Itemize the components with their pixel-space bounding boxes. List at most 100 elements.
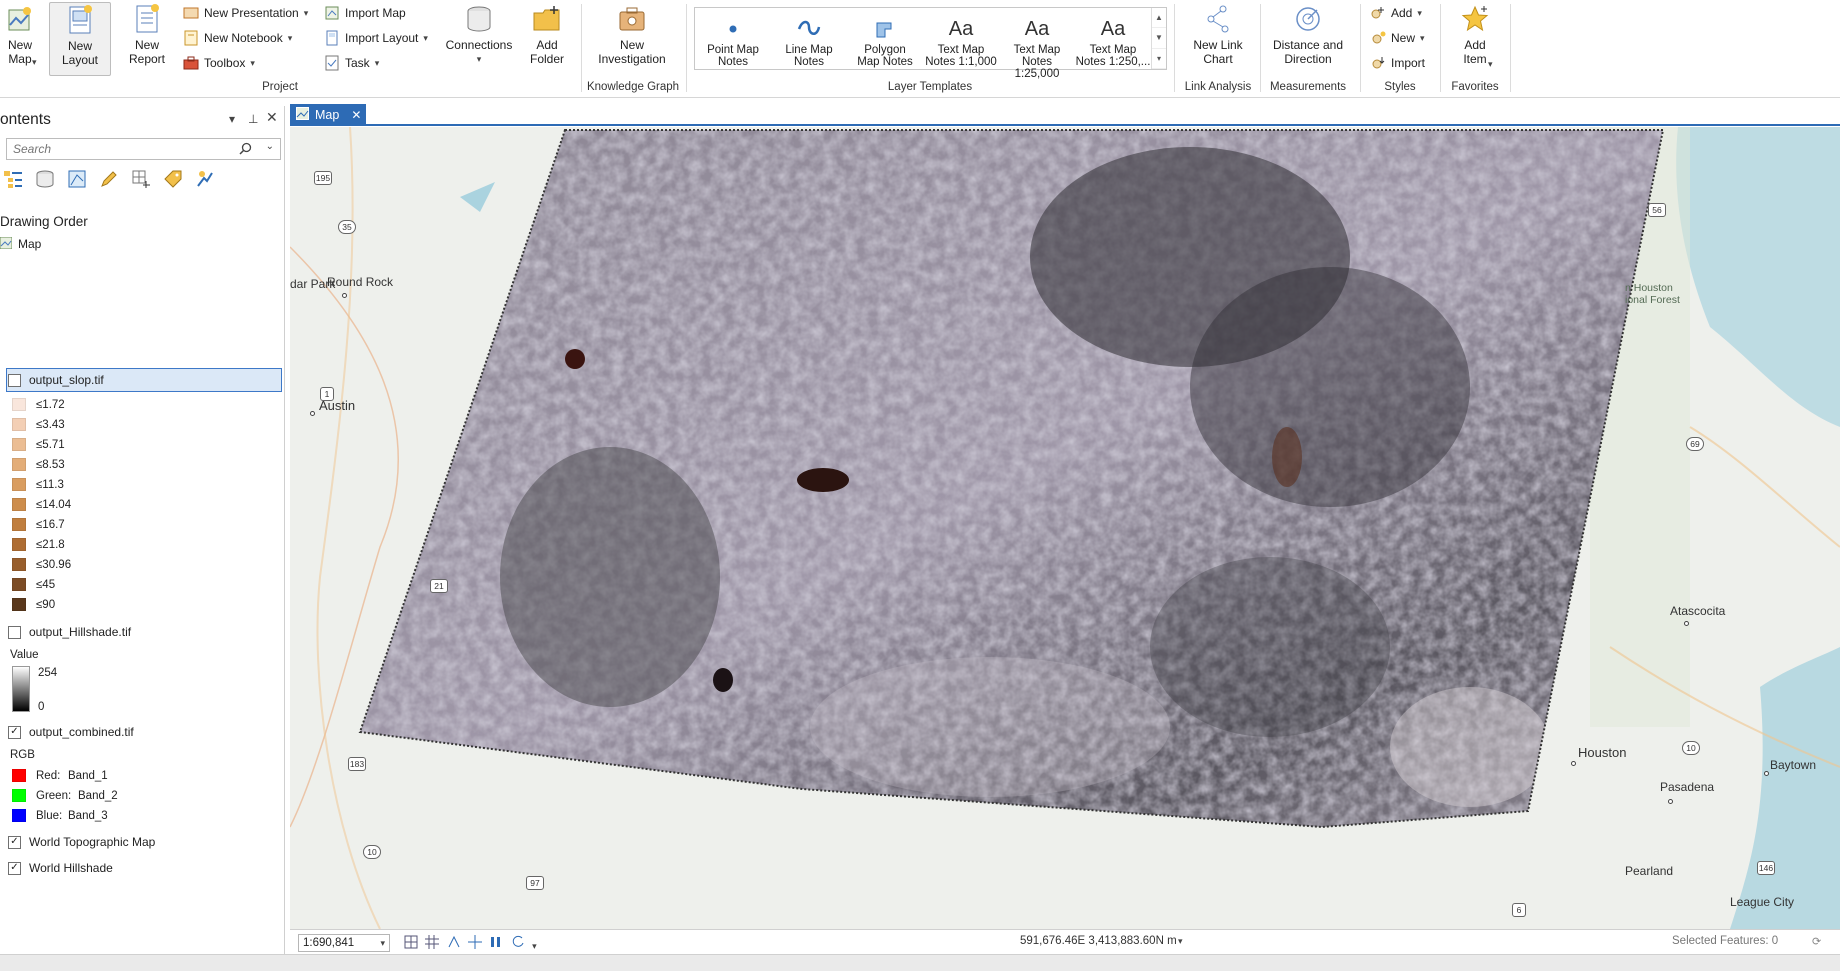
layer-visibility-checkbox[interactable]: [8, 373, 21, 387]
chevron-down-icon[interactable]: ▾: [532, 941, 537, 951]
new-link-chart-label: New Link Chart: [1193, 38, 1243, 66]
contents-search-input[interactable]: [7, 139, 227, 159]
map-canvas[interactable]: [290, 127, 1840, 929]
new-map-label: New Map: [7, 38, 32, 66]
layer-world-hillshade[interactable]: ✓ World Hillshade: [8, 858, 113, 878]
list-by-perspective-imagery-icon[interactable]: [194, 168, 216, 190]
new-notebook-button[interactable]: New Notebook ▾: [183, 30, 292, 46]
list-by-selection-icon[interactable]: [66, 168, 88, 190]
snapping-icon[interactable]: [447, 935, 465, 952]
band-channel-label: Green:: [36, 789, 72, 802]
cursor-coordinates: 591,676.46E 3,413,883.60N m: [1020, 935, 1177, 947]
layer-visibility-checkbox[interactable]: ✓: [8, 861, 21, 875]
constraints-icon[interactable]: [404, 935, 422, 952]
distance-direction-button[interactable]: Distance and Direction: [1268, 4, 1348, 66]
highway-shield: 183: [348, 757, 366, 771]
layer-output-hillshade[interactable]: output_Hillshade.tif: [8, 622, 131, 642]
new-report-button[interactable]: New Report: [125, 4, 169, 66]
chevron-down-icon[interactable]: ▾: [32, 57, 37, 68]
layer-templates-group-label: Layer Templates: [887, 81, 973, 93]
import-map-label: Import Map: [345, 6, 406, 20]
correction-icon[interactable]: [468, 935, 486, 952]
point-map-notes-button[interactable]: Point Map Notes: [695, 14, 771, 68]
new-investigation-button[interactable]: New Investigation: [595, 4, 669, 66]
list-by-labeling-icon[interactable]: [162, 168, 184, 190]
text-map-notes-1000-button[interactable]: Aa Text Map Notes 1:1,000: [923, 14, 999, 68]
new-presentation-button[interactable]: New Presentation ▾: [183, 5, 308, 21]
band-channel-label: Red:: [36, 769, 61, 782]
legend-label: ≤1.72: [36, 398, 65, 411]
gallery-scrollbar[interactable]: ▲ ▼ ▾: [1151, 8, 1166, 69]
import-style-button[interactable]: Import: [1370, 55, 1425, 71]
folder-icon: [532, 4, 562, 34]
legend-label: ≤45: [36, 578, 56, 591]
pane-options-icon[interactable]: ▾: [229, 112, 235, 126]
search-icon[interactable]: [239, 142, 252, 158]
new-layout-button[interactable]: New Layout: [49, 2, 111, 76]
new-link-chart-button[interactable]: New Link Chart: [1188, 4, 1248, 66]
new-notebook-label: New Notebook: [204, 31, 283, 45]
link-analysis-group-label: Link Analysis: [1184, 81, 1252, 93]
layer-world-topographic[interactable]: ✓ World Topographic Map: [8, 832, 155, 852]
map-icon: [0, 236, 13, 252]
list-by-source-icon[interactable]: [34, 168, 56, 190]
selected-features-count: Selected Features: 0: [1672, 935, 1779, 947]
layer-visibility-checkbox[interactable]: ✓: [8, 835, 21, 849]
refresh-icon[interactable]: [511, 935, 529, 952]
grid-icon[interactable]: [425, 935, 443, 952]
add-style-label: Add: [1391, 6, 1413, 20]
polygon-map-notes-button[interactable]: Polygon Map Notes: [847, 14, 923, 68]
text-map-notes-25000-button[interactable]: Aa Text Map Notes 1:25,000: [999, 14, 1075, 80]
scroll-up-icon[interactable]: ▲: [1152, 8, 1166, 29]
task-button[interactable]: Task ▾: [324, 55, 379, 71]
star-icon: [1460, 4, 1490, 34]
import-layout-button[interactable]: Import Layout ▾: [324, 30, 428, 46]
scroll-down-icon[interactable]: ▼: [1152, 28, 1166, 49]
band-red-row: Red: Band_1: [12, 767, 108, 784]
task-label: Task: [345, 56, 370, 70]
add-item-button[interactable]: Add Item ▾: [1450, 4, 1500, 69]
contents-toolbar: [2, 168, 216, 192]
new-style-button[interactable]: New ▾: [1370, 30, 1425, 46]
map-view[interactable]: Round Rock dar Park Austin Houston Pasad…: [290, 127, 1840, 929]
layer-output-combined[interactable]: ✓ output_combined.tif: [8, 722, 134, 742]
ribbon-divider: [1260, 4, 1261, 92]
highway-shield: 1: [320, 387, 334, 401]
place-label-forest-line2: ional Forest: [1625, 294, 1680, 306]
search-options-icon[interactable]: ⌄: [266, 141, 274, 152]
band-green-row: Green: Band_2: [12, 787, 118, 804]
point-notes-icon: [695, 14, 771, 44]
text-map-notes-250000-button[interactable]: Aa Text Map Notes 1:250,...: [1075, 14, 1151, 68]
list-by-drawing-order-icon[interactable]: [2, 168, 24, 190]
list-by-snapping-icon[interactable]: [130, 168, 152, 190]
layer-visibility-checkbox[interactable]: [8, 625, 21, 639]
close-pane-icon[interactable]: ✕: [266, 109, 278, 126]
highway-shield: 97: [526, 876, 544, 890]
pause-drawing-icon[interactable]: [489, 935, 507, 952]
tab-map[interactable]: Map ✕: [290, 104, 366, 126]
legend-class: ≤1.72: [12, 396, 65, 413]
gallery-expand-icon[interactable]: ▾: [1152, 49, 1166, 69]
list-by-editing-icon[interactable]: [98, 168, 120, 190]
text-notes-icon: Aa: [1100, 18, 1126, 40]
toolbox-button[interactable]: Toolbox ▾: [183, 55, 255, 71]
add-folder-button[interactable]: Add Folder: [525, 4, 569, 66]
connections-button[interactable]: Connections ▾: [444, 4, 514, 66]
scale-selector[interactable]: 1:690,841 ▾: [298, 934, 390, 952]
place-label-round-rock: Round Rock: [327, 275, 394, 289]
place-dot: [310, 411, 315, 416]
layer-output-slope[interactable]: output_slop.tif: [8, 370, 104, 390]
import-map-button[interactable]: Import Map: [324, 5, 406, 21]
close-tab-icon[interactable]: ✕: [351, 108, 361, 122]
highway-shield: 10: [363, 845, 381, 859]
refresh-selection-icon[interactable]: ⟳: [1812, 935, 1821, 948]
chevron-down-icon: ▾: [287, 32, 293, 43]
map-node[interactable]: Map: [0, 234, 41, 254]
contents-search-box[interactable]: ⌄: [6, 138, 281, 160]
coordinate-format-icon[interactable]: ▾: [1178, 936, 1183, 947]
pin-icon[interactable]: ⊥: [248, 112, 258, 126]
line-map-notes-button[interactable]: Line Map Notes: [771, 14, 847, 68]
add-style-button[interactable]: Add ▾: [1370, 5, 1422, 21]
legend-swatch: [12, 558, 26, 571]
layer-visibility-checkbox[interactable]: ✓: [8, 725, 21, 739]
